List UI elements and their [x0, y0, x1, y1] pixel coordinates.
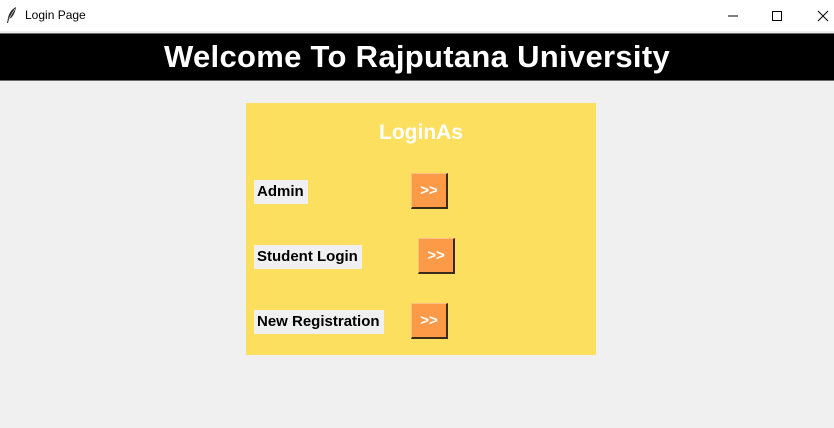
student-login-go-button[interactable]: >> — [418, 238, 455, 274]
window-title: Login Page — [25, 8, 86, 22]
title-bar: Login Page — [0, 0, 834, 31]
panel-title: LoginAs — [379, 121, 463, 144]
welcome-banner: Welcome To Rajputana University — [0, 33, 834, 81]
close-icon — [817, 10, 829, 21]
minimize-icon — [728, 15, 738, 16]
minimize-button[interactable] — [710, 0, 756, 31]
new-registration-go-button[interactable]: >> — [411, 303, 448, 339]
student-login-label: Student Login — [254, 245, 362, 269]
admin-label: Admin — [254, 180, 308, 204]
new-registration-label: New Registration — [254, 310, 384, 334]
close-button[interactable] — [800, 0, 834, 31]
banner-title: Welcome To Rajputana University — [164, 39, 670, 74]
login-window: Login Page Welcome To Rajputana Universi… — [0, 0, 834, 428]
admin-go-button[interactable]: >> — [411, 173, 448, 209]
feather-icon — [7, 7, 16, 23]
login-panel: LoginAs Admin >> Student Login >> New Re… — [246, 103, 596, 355]
maximize-icon — [772, 10, 782, 21]
maximize-button[interactable] — [754, 0, 800, 31]
